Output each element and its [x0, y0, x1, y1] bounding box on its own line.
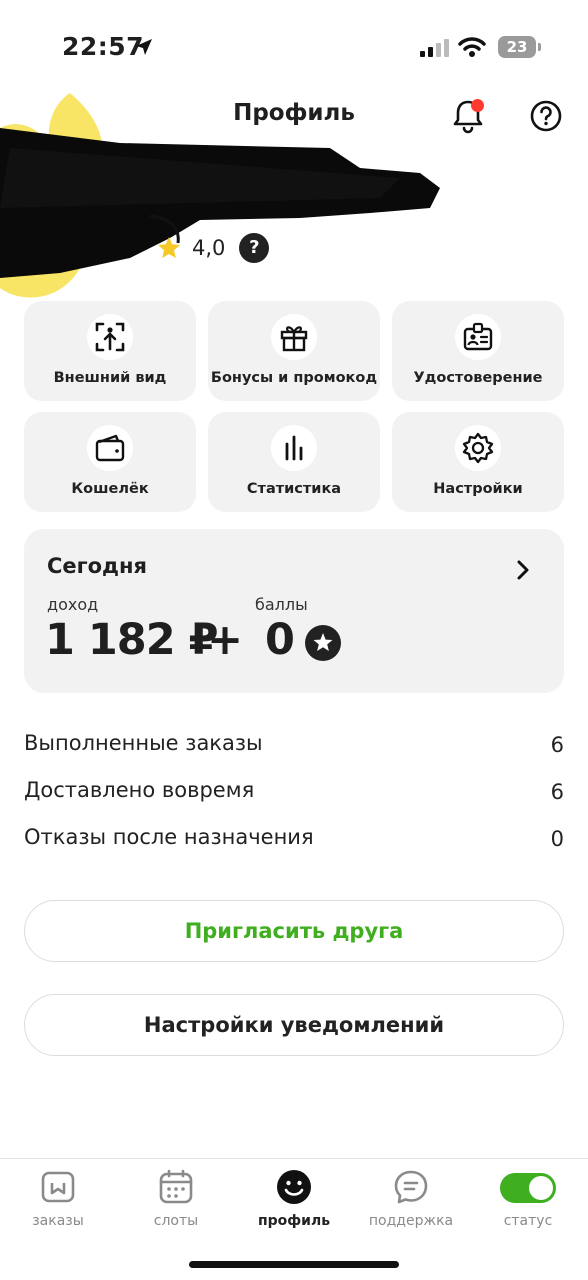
id-badge-icon	[463, 322, 493, 351]
person-upload-icon	[95, 322, 125, 352]
tab-orders[interactable]: заказы	[3, 1169, 113, 1239]
rating-help-button[interactable]: ?	[239, 233, 270, 263]
tab-support[interactable]: поддержка	[356, 1169, 466, 1239]
notification-settings-button[interactable]: Настройки уведомлений	[24, 994, 564, 1056]
tile-icon-wrap	[87, 314, 133, 360]
redacted-profile-info	[0, 93, 440, 298]
tile-icon-wrap	[271, 425, 317, 471]
tab-label: статус	[503, 1213, 553, 1229]
stat-label: Отказы после назначения	[24, 825, 314, 849]
status-bar: 22:57 23	[0, 0, 588, 96]
stat-row-refusals: Отказы после назначения 0	[24, 825, 564, 861]
tile-label: Бонусы и промокод	[210, 370, 378, 386]
tile-wallet[interactable]: Кошелёк	[24, 412, 196, 512]
tab-profile[interactable]: профиль	[239, 1169, 349, 1239]
battery-nub	[538, 43, 541, 51]
today-title: Сегодня	[47, 554, 148, 578]
stat-value: 0	[550, 827, 564, 851]
tab-label: заказы	[32, 1213, 84, 1229]
gear-icon	[462, 432, 494, 464]
income-label: доход	[47, 595, 99, 614]
tile-bonuses[interactable]: Бонусы и промокод	[208, 301, 380, 401]
chat-bubble-icon	[394, 1170, 428, 1204]
tab-label: поддержка	[368, 1213, 454, 1229]
tab-status[interactable]: статус	[473, 1169, 583, 1239]
toggle-knob	[529, 1176, 553, 1200]
wallet-icon	[95, 434, 125, 462]
stat-value: 6	[550, 733, 564, 757]
points-star-icon	[305, 625, 341, 661]
invite-friend-button[interactable]: Пригласить друга	[24, 900, 564, 962]
status-time: 22:57	[62, 32, 145, 61]
stat-label: Доставлено вовремя	[24, 778, 255, 802]
star-icon	[158, 237, 180, 258]
chevron-right-icon[interactable]	[512, 557, 534, 583]
tile-icon-wrap	[455, 425, 501, 471]
tab-label: профиль	[257, 1213, 331, 1229]
tile-label: Удостоверение	[413, 370, 543, 386]
battery-level: 23	[498, 36, 536, 58]
tile-icon-wrap	[87, 425, 133, 471]
smiley-icon	[277, 1170, 311, 1204]
tile-label: Настройки	[433, 481, 523, 497]
notification-dot	[471, 99, 484, 112]
stat-row-on-time: Доставлено вовремя 6	[24, 778, 564, 814]
points-value: 0	[265, 615, 295, 665]
tile-statistics[interactable]: Статистика	[208, 412, 380, 512]
stat-value: 6	[550, 780, 564, 804]
calendar-icon	[159, 1169, 193, 1204]
today-summary-card[interactable]: Сегодня доход баллы 1 182 ₽ + 0	[24, 529, 564, 693]
rating-value: 4,0	[192, 236, 226, 260]
points-label: баллы	[255, 595, 308, 614]
stat-row-completed: Выполненные заказы 6	[24, 731, 564, 767]
rating-row: 4,0 ?	[156, 232, 270, 264]
tile-settings[interactable]: Настройки	[392, 412, 564, 512]
status-toggle[interactable]	[500, 1173, 556, 1203]
tile-icon-wrap	[271, 314, 317, 360]
cellular-signal-icon	[420, 39, 449, 57]
tab-label: слоты	[153, 1213, 199, 1229]
tile-appearance[interactable]: Внешний вид	[24, 301, 196, 401]
orders-box-icon	[41, 1171, 75, 1203]
help-icon[interactable]	[528, 98, 564, 134]
location-arrow-icon	[136, 39, 152, 55]
wifi-icon	[458, 37, 486, 57]
stat-label: Выполненные заказы	[24, 731, 263, 755]
tile-icon-wrap	[455, 314, 501, 360]
home-indicator	[189, 1261, 399, 1268]
plus-sign: +	[207, 615, 244, 665]
bar-chart-icon	[285, 435, 303, 461]
tab-slots[interactable]: слоты	[121, 1169, 231, 1239]
tile-label: Внешний вид	[53, 370, 167, 386]
gift-icon	[280, 326, 308, 352]
tile-id-card[interactable]: Удостоверение	[392, 301, 564, 401]
income-value: 1 182 ₽	[45, 615, 219, 665]
tile-label: Кошелёк	[71, 481, 149, 497]
tile-label: Статистика	[246, 481, 342, 497]
